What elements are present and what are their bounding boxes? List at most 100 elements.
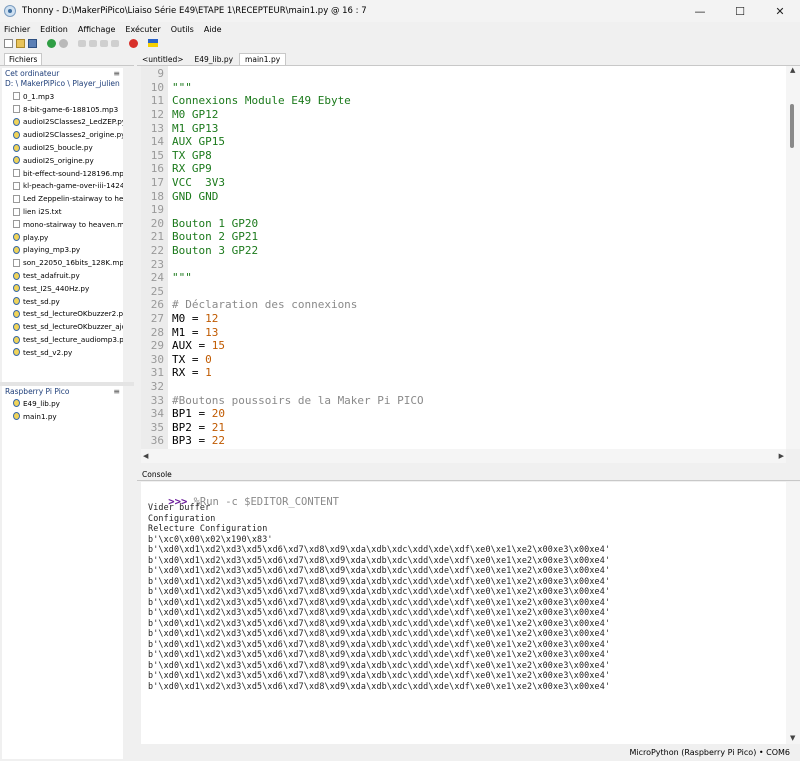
file-icon bbox=[13, 220, 20, 229]
interpreter-selector[interactable]: MicroPython (Raspberry Pi Pico) • COM6 bbox=[629, 748, 790, 757]
file-item[interactable]: audioI2SClasses2_origine.py bbox=[2, 128, 123, 141]
file-name: test_sd_lecture_audiomp3.py bbox=[23, 335, 123, 345]
file-item[interactable]: 0_1.mp3 bbox=[2, 90, 123, 103]
file-item[interactable]: bit-effect-sound-128196.mp bbox=[2, 167, 123, 180]
tab-untitled[interactable]: <untitled> bbox=[137, 54, 189, 65]
menu-fichier[interactable]: Fichier bbox=[0, 25, 36, 34]
file-icon bbox=[13, 258, 20, 267]
file-item[interactable]: test_sd_lectureOKbuzzer2.py bbox=[2, 308, 123, 321]
resume-icon[interactable] bbox=[111, 39, 119, 47]
code-line: 20 Bouton 1 GP20 bbox=[141, 217, 258, 231]
code-editor[interactable]: 9 10 """ 11 Connexions Module E49 Ebyte 12 M0 … bbox=[141, 66, 786, 449]
console-output-line: b'\xd0\xd1\xd2\xd3\xd5\xd6\xd7\xd8\xd9\x… bbox=[148, 554, 611, 565]
panel-menu-icon[interactable]: ≡ bbox=[113, 69, 120, 78]
code-token: TX = bbox=[172, 352, 206, 366]
editor-scroll-thumb[interactable] bbox=[790, 104, 794, 148]
file-item[interactable]: son_22050_16bits_128K.mp3 bbox=[2, 256, 123, 269]
step-into-icon[interactable] bbox=[89, 39, 97, 47]
maximize-button[interactable]: ☐ bbox=[720, 0, 760, 22]
scroll-left-icon[interactable]: ◀ bbox=[143, 452, 148, 460]
file-item[interactable]: E49_lib.py bbox=[2, 397, 123, 410]
console-output-line: b'\xd0\xd1\xd2\xd3\xd5\xd6\xd7\xd8\xd9\x… bbox=[148, 680, 611, 691]
file-item[interactable]: lien i2S.txt bbox=[2, 205, 123, 218]
console-output-line: b'\xd0\xd1\xd2\xd3\xd5\xd6\xd7\xd8\xd9\x… bbox=[148, 565, 611, 575]
line-number: 31 bbox=[150, 366, 164, 380]
menu-edition[interactable]: Edition bbox=[36, 25, 74, 34]
tab-console[interactable]: Console bbox=[137, 469, 177, 480]
computer-section-header: Cet ordinateur ≡ bbox=[2, 68, 123, 79]
code-token: BP2 = bbox=[172, 420, 212, 434]
file-item[interactable]: main1.py bbox=[2, 410, 123, 423]
file-item[interactable]: test_sd_lectureOKbuzzer_ajou bbox=[2, 320, 123, 333]
device-file-list: E49_lib.py main1.py bbox=[2, 397, 123, 423]
python-file-icon bbox=[13, 233, 20, 242]
step-out-icon[interactable] bbox=[100, 39, 108, 47]
open-file-icon[interactable] bbox=[16, 38, 25, 48]
line-number: 34 bbox=[150, 407, 164, 421]
file-item[interactable]: test_adafruit.py bbox=[2, 269, 123, 282]
scroll-up-icon[interactable]: ▲ bbox=[790, 66, 795, 74]
computer-path[interactable]: D: \ MakerPiPico \ Player_julien bbox=[2, 79, 123, 90]
line-number: 22 bbox=[150, 244, 164, 258]
line-number: 14 bbox=[150, 135, 164, 149]
console-output-line: Configuration bbox=[148, 512, 216, 523]
file-item[interactable]: Led Zeppelin-stairway to hea bbox=[2, 192, 123, 205]
menu-aide[interactable]: Aide bbox=[200, 25, 228, 34]
file-item[interactable]: test_I2S_440Hz.py bbox=[2, 282, 123, 295]
file-name: test_I2S_440Hz.py bbox=[23, 283, 90, 293]
close-button[interactable]: ✕ bbox=[760, 0, 800, 22]
python-file-icon bbox=[13, 412, 20, 421]
debug-icon[interactable] bbox=[59, 38, 68, 48]
console-scroll-down-icon[interactable]: ▼ bbox=[790, 734, 795, 742]
file-item[interactable]: test_sd.py bbox=[2, 295, 123, 308]
menu-affichage[interactable]: Affichage bbox=[74, 25, 122, 34]
code-token: RX GP9 bbox=[172, 162, 212, 176]
shell-console[interactable]: >>> %Run -c $EDITOR_CONTENT Vider buffer… bbox=[141, 482, 786, 744]
code-token: 20 bbox=[211, 407, 225, 421]
editor-vertical-scrollbar[interactable]: ▲ bbox=[786, 66, 800, 449]
console-output-line: b'\xd0\xd1\xd2\xd3\xd5\xd6\xd7\xd8\xd9\x… bbox=[148, 670, 611, 680]
code-token: """ bbox=[172, 80, 192, 94]
tab-fichiers[interactable]: Fichiers bbox=[4, 53, 43, 65]
code-token: GND GND bbox=[172, 189, 219, 203]
code-token: M1 = bbox=[172, 325, 206, 339]
ukraine-flag-icon[interactable] bbox=[148, 39, 158, 47]
file-name: Led Zeppelin-stairway to hea bbox=[23, 194, 123, 204]
device-panel-menu-icon[interactable]: ≡ bbox=[113, 387, 120, 396]
line-number: 10 bbox=[150, 80, 164, 94]
step-over-icon[interactable] bbox=[78, 39, 86, 47]
file-item[interactable]: mono-stairway to heaven.mp bbox=[2, 218, 123, 231]
file-item[interactable]: test_sd_lecture_audiomp3.py bbox=[2, 333, 123, 346]
scroll-right-icon[interactable]: ▶ bbox=[779, 452, 784, 460]
stop-icon[interactable] bbox=[129, 38, 138, 48]
editor-horizontal-scrollbar[interactable]: ◀ ▶ bbox=[141, 449, 786, 463]
file-item[interactable]: play.py bbox=[2, 231, 123, 244]
menu-outils[interactable]: Outils bbox=[167, 25, 200, 34]
line-number: 23 bbox=[150, 257, 164, 271]
file-item[interactable]: audioI2S_origine.py bbox=[2, 154, 123, 167]
file-name: play.py bbox=[23, 232, 49, 242]
tab-main1[interactable]: main1.py bbox=[239, 53, 287, 65]
file-name: lien i2S.txt bbox=[23, 207, 62, 217]
code-token: 15 bbox=[211, 339, 225, 353]
minimize-button[interactable]: — bbox=[680, 0, 720, 22]
device-section-title: Raspberry Pi Pico bbox=[5, 387, 70, 396]
run-icon[interactable] bbox=[47, 38, 56, 48]
line-number: 35 bbox=[150, 420, 164, 434]
code-token: 21 bbox=[211, 420, 225, 434]
file-name: kl-peach-game-over-iii-1424 bbox=[23, 181, 123, 191]
file-item[interactable]: kl-peach-game-over-iii-1424 bbox=[2, 180, 123, 193]
file-item[interactable]: audioI2SClasses2_LedZEP.py bbox=[2, 116, 123, 129]
file-item[interactable]: 8-bit-game-6-188105.mp3 bbox=[2, 103, 123, 116]
file-item[interactable]: playing_mp3.py bbox=[2, 244, 123, 257]
file-item[interactable]: audioI2S_boucle.py bbox=[2, 141, 123, 154]
computer-file-list: 0_1.mp3 8-bit-game-6-188105.mp3 audioI2SCl… bbox=[2, 90, 123, 359]
save-file-icon[interactable] bbox=[28, 38, 37, 48]
file-item[interactable]: test_sd_v2.py bbox=[2, 346, 123, 359]
menu-executer[interactable]: Exécuter bbox=[121, 25, 166, 34]
line-number: 33 bbox=[150, 393, 164, 407]
python-file-icon bbox=[13, 348, 20, 357]
console-vertical-scrollbar[interactable]: ▼ bbox=[786, 482, 800, 744]
new-file-icon[interactable] bbox=[4, 38, 13, 48]
tab-e49-lib[interactable]: E49_lib.py bbox=[190, 54, 239, 65]
